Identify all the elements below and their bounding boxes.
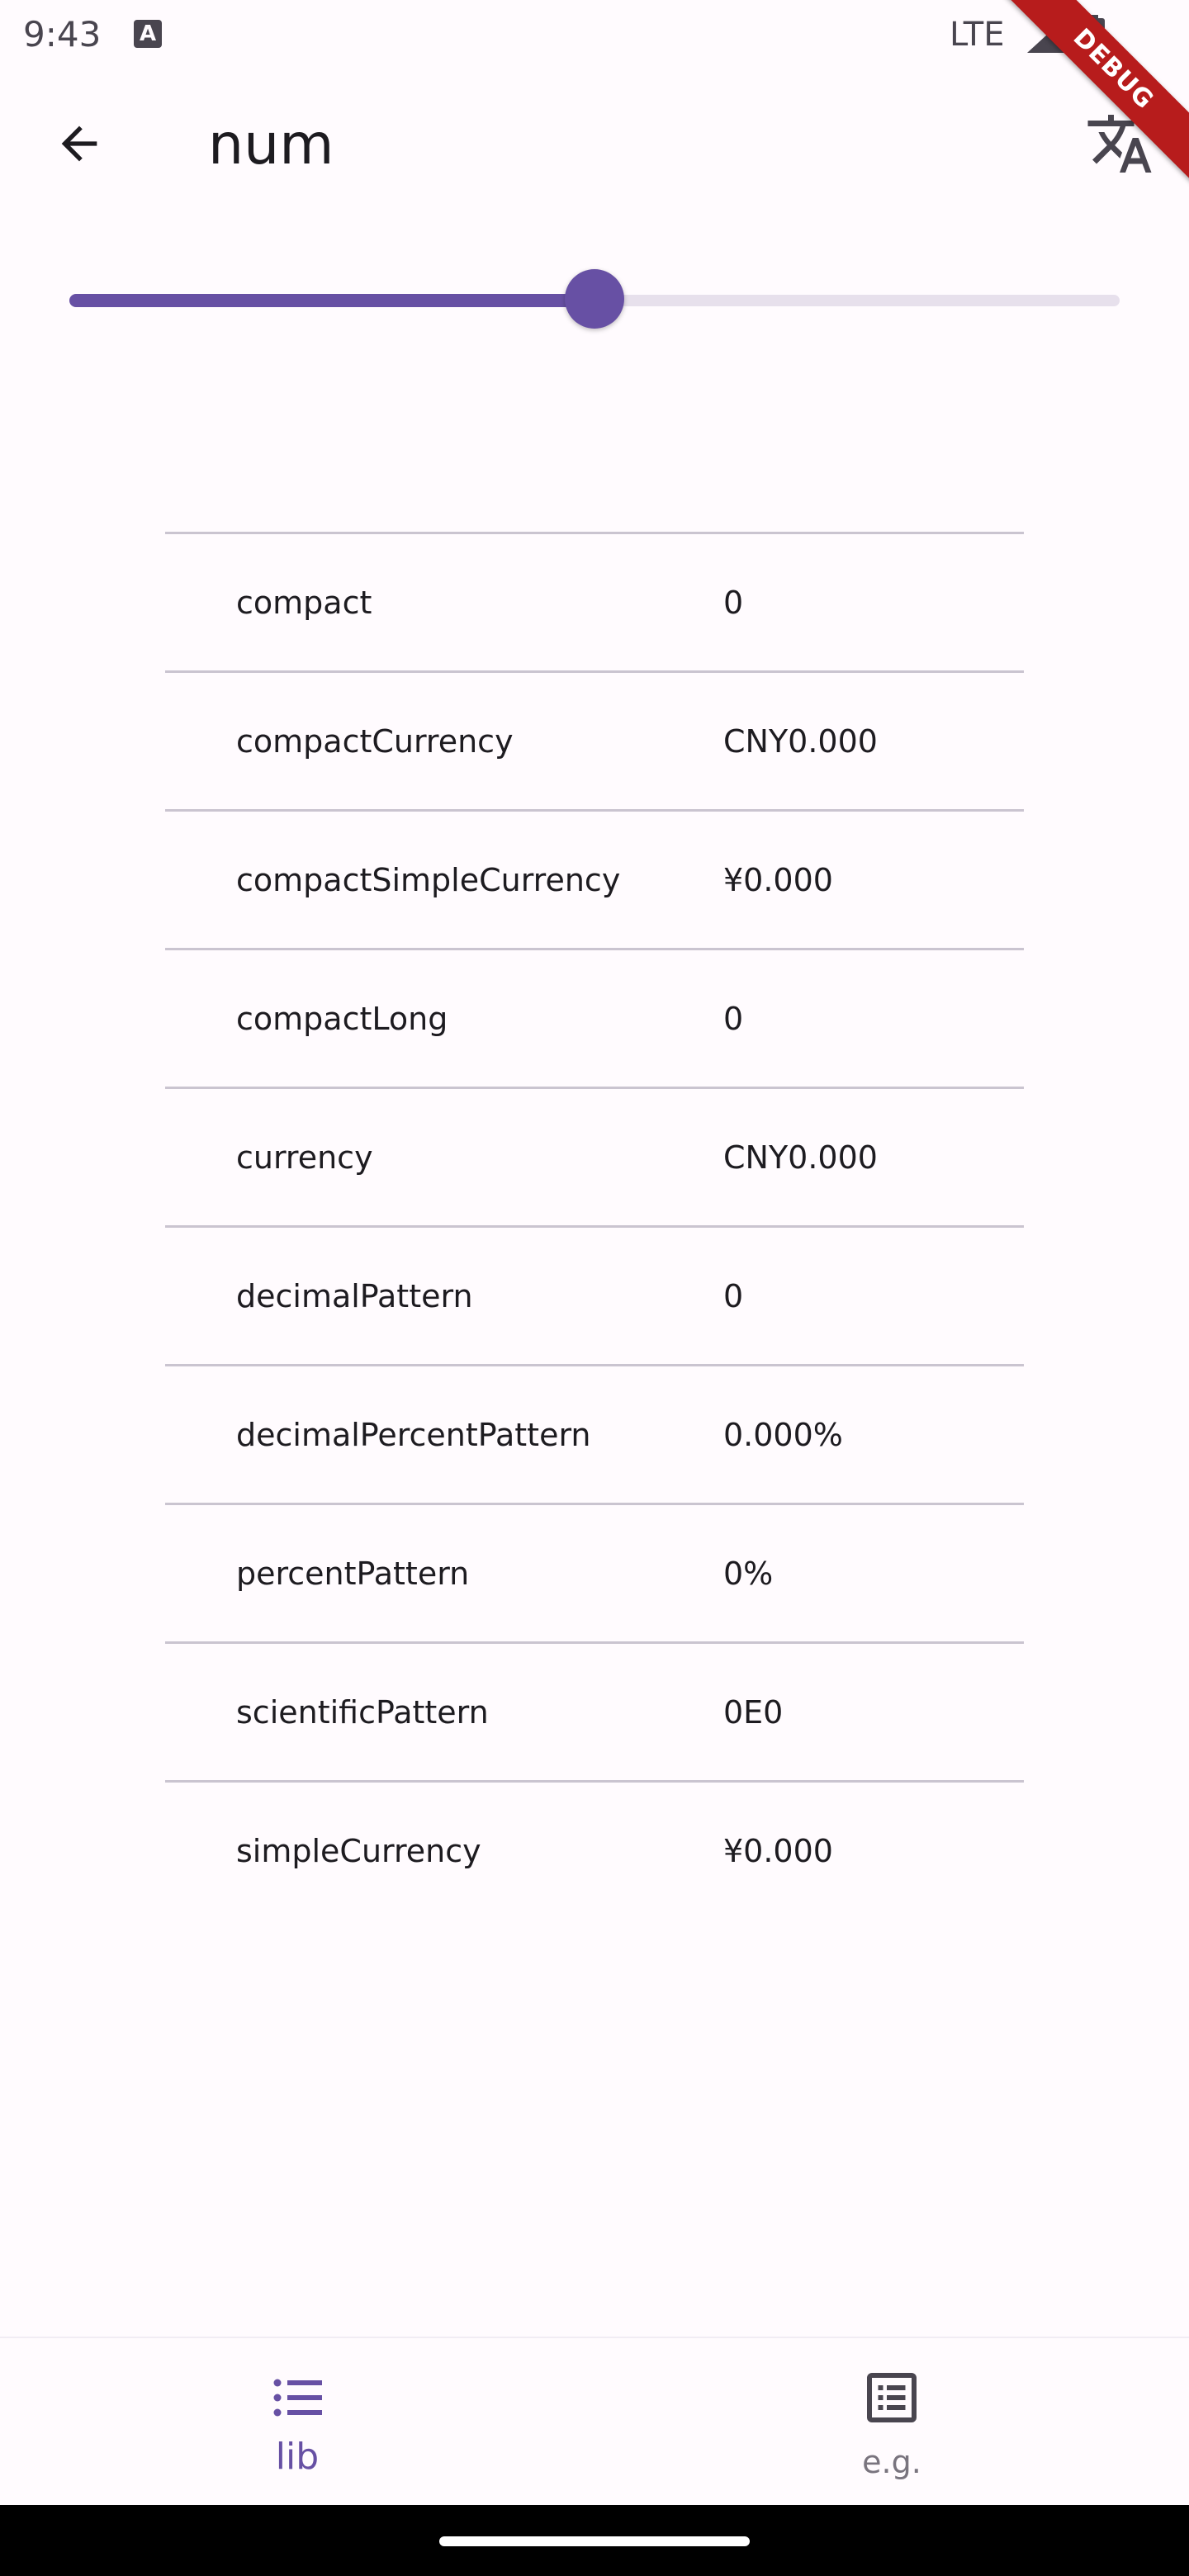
format-value: ¥0.000 [723,861,833,898]
status-time: 9:43 [23,14,102,54]
table-row: scientificPattern 0E0 [165,1644,1024,1783]
format-name: simpleCurrency [236,1832,481,1869]
format-name: decimalPercentPattern [236,1416,591,1453]
format-name: compactSimpleCurrency [236,861,621,898]
table-row: compactLong 0 [165,950,1024,1089]
format-value: 0.000% [723,1416,843,1453]
nav-item-lib[interactable]: lib [0,2338,594,2507]
nav-item-eg[interactable]: e.g. [594,2338,1189,2507]
nav-label-eg: e.g. [862,2444,921,2480]
status-network-type: LTE [950,16,1005,54]
format-table: compact 0 compactCurrency CNY0.000 compactSi… [165,532,1024,1919]
format-name: scientificPattern [236,1693,489,1731]
system-navigation-bar [0,2505,1189,2576]
page-title: num [208,112,334,178]
table-row: simpleCurrency ¥0.000 [165,1783,1024,1919]
table-row: compactSimpleCurrency ¥0.000 [165,812,1024,950]
format-value: 0E0 [723,1693,784,1731]
format-name: currency [236,1139,373,1176]
table-row: percentPattern 0% [165,1505,1024,1644]
format-value: CNY0.000 [723,722,878,760]
format-value: 0 [723,1277,744,1314]
table-row: decimalPattern 0 [165,1228,1024,1366]
table-row: decimalPercentPattern 0.000% [165,1366,1024,1505]
format-value: ¥0.000 [723,1832,833,1869]
back-button[interactable] [40,104,119,183]
arrow-back-icon [61,125,97,162]
table-row: compactCurrency CNY0.000 [165,673,1024,812]
format-name: compactCurrency [236,722,514,760]
table-row: currency CNY0.000 [165,1089,1024,1228]
format-value: 0 [723,584,744,621]
format-value: CNY0.000 [723,1139,878,1176]
list-icon [273,2379,322,2417]
home-gesture-handle[interactable] [439,2536,750,2546]
keyboard-a-icon: A [134,20,162,48]
format-value: 0% [723,1555,774,1592]
bottom-navigation: lib e.g. [0,2337,1189,2507]
format-name: compact [236,584,372,621]
app-bar: num [0,69,1189,231]
table-row: compact 0 [165,534,1024,673]
status-bar: 9:43 A LTE [0,0,1189,69]
article-icon [867,2373,917,2422]
format-name: percentPattern [236,1555,470,1592]
nav-label-lib: lib [275,2436,320,2478]
format-name: decimalPattern [236,1277,473,1314]
slider-thumb[interactable] [565,269,624,329]
format-name: compactLong [236,1000,448,1037]
value-slider[interactable] [69,269,1120,332]
slider-active-track[interactable] [69,294,594,307]
format-value: 0 [723,1000,744,1037]
